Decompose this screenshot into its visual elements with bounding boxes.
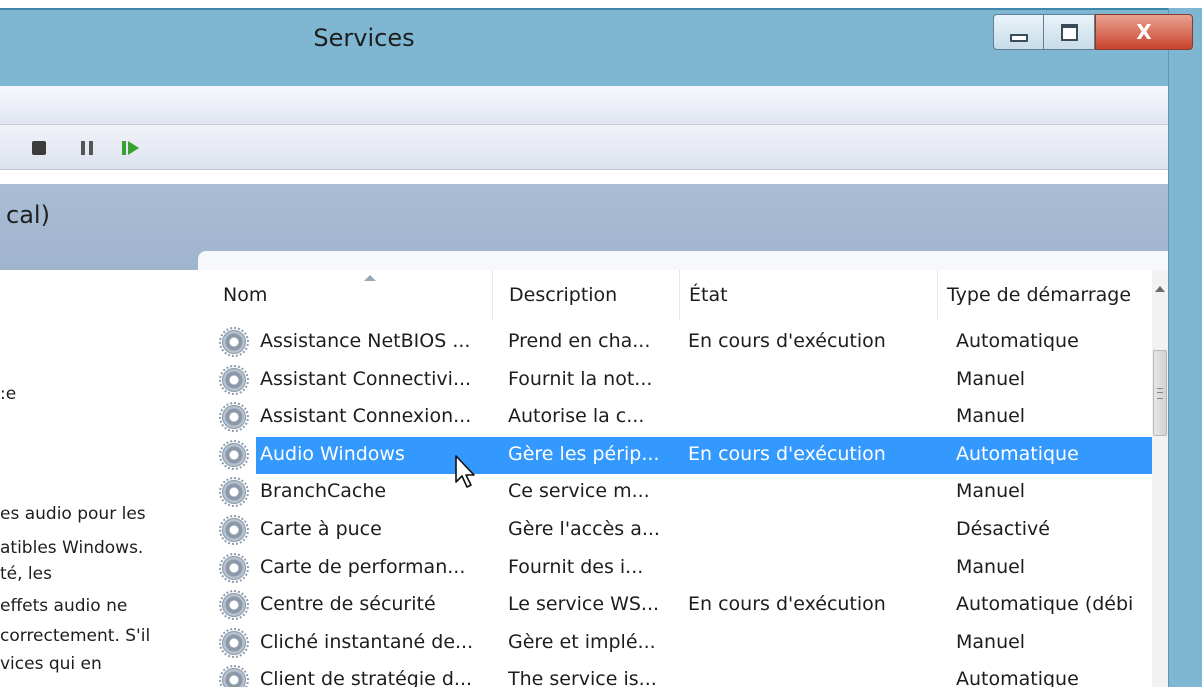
mouse-cursor-icon [455, 455, 475, 488]
service-gear-icon [219, 327, 249, 357]
description-line: effets audio ne [0, 596, 128, 616]
column-header-state[interactable]: État [680, 270, 938, 320]
service-description: Gère l'accès a... [508, 518, 660, 540]
restart-icon[interactable] [122, 141, 146, 155]
window-frame-right [1168, 8, 1202, 687]
table-row[interactable]: Assistant Connectivi... Fournit la not...… [214, 362, 1152, 399]
service-gear-icon [219, 665, 249, 687]
table-row[interactable]: Carte à puce Gère l'accès a... Désactivé [214, 512, 1152, 549]
description-line: vices qui en [0, 654, 102, 674]
table-row[interactable]: BranchCache Ce service m... Manuel [214, 474, 1152, 511]
maximize-button[interactable] [1043, 14, 1095, 50]
close-icon: X [1136, 20, 1152, 44]
separator [0, 170, 1168, 184]
service-gear-icon [219, 402, 249, 432]
header-title: cal) [6, 201, 50, 229]
column-header-startup-type[interactable]: Type de démarrage [938, 270, 1152, 320]
service-gear-icon [219, 365, 249, 395]
service-state: En cours d'exécution [688, 443, 886, 465]
service-name: Cliché instantané de... [260, 631, 474, 653]
service-name: Assistant Connectivi... [260, 368, 472, 390]
service-description: Ce service m... [508, 480, 650, 502]
description-line: té, les [0, 564, 52, 584]
service-startup-type: Désactivé [956, 518, 1050, 540]
service-gear-icon [219, 628, 249, 658]
service-state: En cours d'exécution [688, 593, 886, 615]
service-name: Assistance NetBIOS ... [260, 330, 471, 352]
sort-ascending-icon [364, 275, 376, 281]
service-name: Carte à puce [260, 518, 382, 540]
service-state: En cours d'exécution [688, 330, 886, 352]
service-description: Gère et implé... [508, 631, 656, 653]
service-gear-icon [219, 477, 249, 507]
grip-icon [1157, 388, 1163, 399]
description-line: correctement. S'il [0, 626, 151, 646]
table-row[interactable]: Assistance NetBIOS ... Prend en cha... En … [214, 324, 1152, 361]
scroll-up-icon[interactable] [1155, 286, 1165, 292]
minimize-icon [1009, 34, 1028, 42]
maximize-icon [1060, 23, 1078, 41]
table-row[interactable]: Centre de sécurité Le service WS... En cou… [214, 587, 1152, 624]
description-line: es audio pour les [0, 504, 146, 524]
minimize-button[interactable] [993, 14, 1043, 50]
service-name: Assistant Connexion... [260, 405, 472, 427]
pause-icon[interactable] [81, 141, 93, 155]
stop-icon[interactable] [32, 141, 46, 155]
table-row[interactable]: Assistant Connexion... Autorise la c... Ma… [214, 399, 1152, 436]
service-startup-type: Automatique [956, 668, 1079, 687]
table-row[interactable]: Cliché instantané de... Gère et implé... M… [214, 625, 1152, 662]
service-startup-type: Manuel [956, 368, 1026, 390]
table-row[interactable]: Audio Windows Gère les périp... En cours d… [219, 437, 1152, 474]
service-startup-type: Manuel [956, 556, 1026, 578]
description-pane: :e es audio pour les atibles Windows. té… [0, 270, 198, 687]
table-row[interactable]: Carte de performan... Fournit des i... Man… [214, 550, 1152, 587]
column-header-name[interactable]: Nom [214, 270, 493, 320]
service-description: The service is... [508, 668, 657, 687]
service-startup-type: Manuel [956, 405, 1026, 427]
menu-bar [0, 86, 1168, 125]
close-button[interactable]: X [1095, 14, 1193, 50]
service-description: Le service WS... [508, 593, 660, 615]
service-name: Centre de sécurité [260, 593, 436, 615]
service-description: Gère les périp... [508, 443, 660, 465]
service-name: Carte de performan... [260, 556, 466, 578]
service-startup-type: Manuel [956, 631, 1026, 653]
service-startup-type: Automatique (débi [956, 593, 1134, 615]
service-gear-icon [219, 590, 249, 620]
toolbar [0, 125, 1168, 170]
service-gear-icon [219, 553, 249, 583]
window-title: Services [313, 24, 415, 52]
service-gear-icon [219, 440, 249, 470]
service-description: Autorise la c... [508, 405, 645, 427]
service-startup-type: Automatique [956, 443, 1079, 465]
service-description: Fournit la not... [508, 368, 653, 390]
services-list[interactable]: Nom Description État Type de démarrage A… [198, 270, 1168, 687]
service-startup-type: Automatique [956, 330, 1079, 352]
description-line: :e [0, 384, 17, 404]
table-row[interactable]: Client de stratégie d... The service is..… [214, 662, 1152, 687]
scroll-thumb[interactable] [1153, 350, 1167, 436]
description-line: atibles Windows. [0, 538, 144, 558]
service-startup-type: Manuel [956, 480, 1026, 502]
vertical-scrollbar[interactable] [1152, 270, 1168, 687]
service-name: Client de stratégie d... [260, 668, 473, 687]
window-top-edge [0, 0, 1202, 8]
service-description: Prend en cha... [508, 330, 651, 352]
column-header-description[interactable]: Description [500, 270, 680, 320]
service-description: Fournit des i... [508, 556, 644, 578]
service-gear-icon [219, 515, 249, 545]
